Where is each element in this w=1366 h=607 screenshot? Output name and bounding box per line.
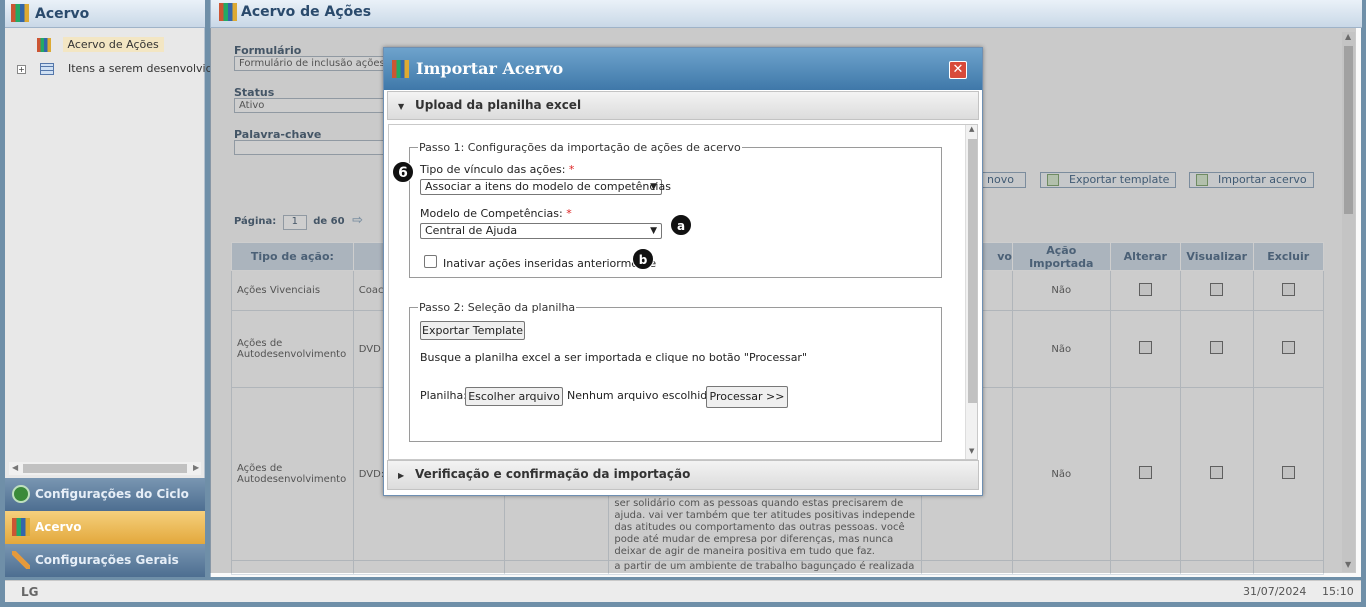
books-icon <box>219 3 237 21</box>
books-icon <box>12 518 30 536</box>
nav-label: Acervo <box>35 520 82 534</box>
annotation-a-badge: a <box>670 214 692 236</box>
close-icon[interactable]: ✕ <box>949 61 967 79</box>
chevron-down-icon: ▼ <box>650 226 657 236</box>
scroll-thumb[interactable] <box>968 139 977 403</box>
nav-label: Configurações Gerais <box>35 553 179 567</box>
annotation-step-badge: 6 <box>392 161 414 183</box>
accordion-upload-label: Upload da planilha excel <box>415 98 582 112</box>
accordion-verificacao-label: Verificação e confirmação da importação <box>415 467 691 481</box>
books-icon <box>11 4 29 22</box>
import-modal: Importar Acervo ✕ ▼ Upload da planilha e… <box>383 47 983 496</box>
scroll-thumb[interactable] <box>23 464 187 473</box>
cycle-icon <box>12 485 30 503</box>
scroll-left-icon[interactable]: ◀ <box>12 463 18 472</box>
wrench-icon <box>12 551 30 569</box>
left-panel-header: Acervo <box>5 0 205 28</box>
nav-configuracoes-gerais[interactable]: Configurações Gerais <box>5 544 205 577</box>
modal-title: Importar Acervo <box>416 59 564 78</box>
status-date: 31/07/2024 <box>1243 585 1307 598</box>
lg-logo: LG <box>21 585 39 599</box>
tree-item-itens[interactable]: + Itens a serem desenvolvidos <box>17 62 225 75</box>
status-bar: LG 31/07/2024 15:10 <box>5 580 1361 602</box>
tipo-vinculo-label: Tipo de vínculo das ações: * <box>420 163 574 176</box>
inativar-label: Inativar ações inseridas anteriormente <box>443 257 657 270</box>
step2-legend: Passo 2: Seleção da planilha <box>419 301 576 314</box>
expand-icon[interactable]: + <box>17 65 26 74</box>
chevron-down-icon: ▼ <box>650 182 657 192</box>
tree-item-label: Itens a serem desenvolvidos <box>68 62 226 75</box>
panel-vscroll[interactable]: ▲ ▼ <box>965 125 977 459</box>
nav-configuracoes-ciclo[interactable]: Configurações do Ciclo <box>5 478 205 511</box>
page-title: Acervo de Ações <box>241 4 372 20</box>
upload-panel: Passo 1: Configurações da importação de … <box>388 124 978 460</box>
left-panel-title: Acervo <box>35 6 90 22</box>
books-icon <box>37 38 51 52</box>
required-mark: * <box>566 207 572 220</box>
tipo-vinculo-value: Associar a itens do modelo de competênci… <box>425 180 671 193</box>
nav-label: Configurações do Ciclo <box>35 487 189 501</box>
processar-button[interactable]: Processar >> <box>706 386 788 408</box>
main-header: Acervo de Ações <box>211 0 1362 28</box>
modal-header: Importar Acervo <box>384 48 982 90</box>
chevron-right-icon: ▶ <box>398 471 405 480</box>
required-mark: * <box>568 163 575 176</box>
accordion-upload[interactable]: ▼ Upload da planilha excel <box>387 91 979 120</box>
modelo-competencias-select[interactable]: Central de Ajuda ▼ <box>420 223 662 239</box>
scroll-down-icon[interactable]: ▼ <box>969 447 974 455</box>
modelo-competencias-label: Modelo de Competências: * <box>420 207 572 220</box>
inativar-checkbox[interactable] <box>424 255 437 268</box>
tipo-vinculo-select[interactable]: Associar a itens do modelo de competênci… <box>420 179 671 195</box>
no-file-text: Nenhum arquivo escolhido <box>567 389 715 402</box>
scroll-right-icon[interactable]: ▶ <box>193 463 199 472</box>
exportar-template-modal-button[interactable]: Exportar Template <box>420 321 525 340</box>
scroll-up-icon[interactable]: ▲ <box>969 125 974 133</box>
annotation-b-badge: b <box>632 248 654 270</box>
nav-acervo[interactable]: Acervo <box>5 511 205 544</box>
tree-item-acervo-acoes[interactable]: Acervo de Ações <box>37 37 164 52</box>
grid-icon <box>39 63 54 75</box>
modelo-competencias-value: Central de Ajuda <box>425 224 518 237</box>
modelo-competencias-text: Modelo de Competências: <box>420 207 563 220</box>
left-hscroll[interactable]: ◀ ▶ <box>9 462 201 475</box>
planilha-label: Planilha: <box>420 389 467 402</box>
choose-file-button[interactable]: Escolher arquivo <box>465 387 563 406</box>
status-time: 15:10 <box>1322 585 1354 598</box>
step1-legend: Passo 1: Configurações da importação de … <box>419 141 741 154</box>
instruction-text: Busque a planilha excel a ser importada … <box>420 351 808 364</box>
tree-item-label: Acervo de Ações <box>62 37 164 52</box>
accordion-verificacao[interactable]: ▶ Verificação e confirmação da importaçã… <box>387 460 979 490</box>
tipo-vinculo-text: Tipo de vínculo das ações: <box>420 163 566 176</box>
chevron-down-icon: ▼ <box>398 102 405 111</box>
books-icon <box>392 60 409 78</box>
